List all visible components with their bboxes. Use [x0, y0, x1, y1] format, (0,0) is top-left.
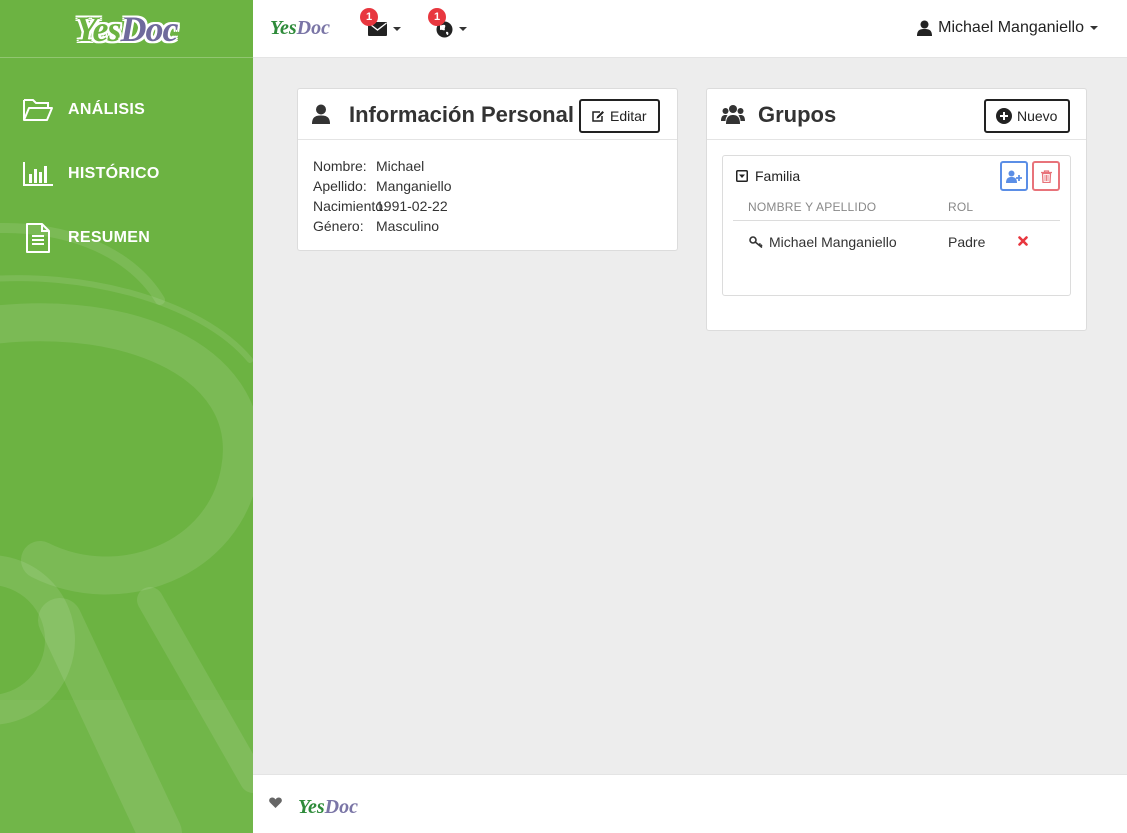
field-label: Nacimiento:: [313, 198, 387, 214]
sidebar-item-label: HISTÓRICO: [68, 165, 160, 182]
panel-title: Información Personal: [349, 102, 574, 127]
field-value: Michael: [376, 158, 425, 174]
caret-down-icon: [393, 27, 401, 31]
trash-icon: [1040, 169, 1052, 183]
panel-title: Grupos: [758, 102, 837, 127]
field-value: Manganiello: [376, 178, 452, 194]
table-row: Michael Manganiello Padre: [733, 232, 1060, 254]
info-row-nacimiento: Nacimiento: 1991-02-22: [313, 196, 677, 216]
group-toggle[interactable]: Familia: [736, 168, 800, 184]
member-name: Michael Manganiello: [769, 234, 897, 250]
personal-info-list: Nombre: Michael Apellido: Manganiello Na…: [298, 140, 677, 236]
caret-down-icon: [459, 27, 467, 31]
document-icon: [22, 222, 54, 254]
add-member-button[interactable]: [1000, 161, 1028, 191]
group-name: Familia: [755, 168, 801, 184]
info-row-genero: Género: Masculino: [313, 216, 677, 236]
caret-square-down-icon: [736, 170, 748, 182]
globe-badge: 1: [428, 8, 446, 26]
brand-header: YesDoc: [0, 0, 253, 58]
personal-info-panel: Información Personal Editar Nombre: Mich…: [297, 88, 678, 251]
field-label: Apellido:: [313, 178, 367, 194]
field-value: 1991-02-22: [376, 198, 448, 214]
close-icon: [1018, 236, 1028, 246]
field-value: Masculino: [376, 218, 440, 234]
add-user-icon: [1006, 170, 1022, 183]
sidebar-item-resumen[interactable]: RESUMEN: [0, 206, 253, 270]
sidebar-item-analisis[interactable]: ANÁLISIS: [0, 78, 253, 142]
edit-button[interactable]: Editar: [579, 99, 660, 133]
field-label: Nombre:: [313, 158, 367, 174]
col-name-header: NOMBRE Y APELLIDO: [748, 200, 877, 214]
topbar-logo[interactable]: YesDoc: [270, 17, 330, 40]
folder-open-icon: [22, 94, 54, 126]
messages-badge: 1: [360, 8, 378, 26]
users-icon: [721, 104, 745, 129]
new-group-button[interactable]: Nuevo: [984, 99, 1071, 133]
sidebar-item-label: ANÁLISIS: [68, 101, 146, 118]
footer-logo[interactable]: YesDoc: [298, 796, 358, 819]
caret-down-icon: [1090, 26, 1098, 30]
footer: YesDoc: [253, 774, 1127, 833]
yesdoc-logo[interactable]: YesDoc: [76, 11, 179, 47]
member-role: Padre: [948, 234, 986, 250]
messages-dropdown[interactable]: 1: [360, 8, 401, 42]
group-card-familia: Familia NOMBRE Y APELLIDO ROL Michael Ma…: [722, 155, 1071, 296]
heart-icon: [269, 797, 282, 808]
panel-header: Información Personal Editar: [298, 89, 677, 140]
panel-header: Grupos Nuevo: [707, 89, 1086, 140]
plus-circle-icon: [996, 108, 1012, 124]
top-navbar: YesDoc 1 1 Michael Manganiello: [253, 0, 1127, 58]
sidebar-nav: ANÁLISIS HISTÓRICO RESUMEN: [0, 78, 253, 270]
field-label: Género:: [313, 218, 364, 234]
globe-dropdown[interactable]: 1: [428, 8, 467, 42]
new-label: Nuevo: [1017, 108, 1058, 124]
delete-group-button[interactable]: [1032, 161, 1060, 191]
user-menu-dropdown[interactable]: Michael Manganiello: [917, 19, 1098, 37]
sidebar-item-label: RESUMEN: [68, 229, 151, 246]
key-icon: [749, 236, 763, 248]
member-name-cell: Michael Manganiello: [749, 234, 897, 250]
user-icon: [312, 104, 330, 129]
user-name: Michael Manganiello: [938, 19, 1084, 36]
sidebar-item-historico[interactable]: HISTÓRICO: [0, 142, 253, 206]
sidebar: YesDoc ANÁLISIS HISTÓRICO RESUMEN: [0, 0, 253, 833]
col-role-header: ROL: [948, 200, 974, 214]
members-table-header: NOMBRE Y APELLIDO ROL: [733, 199, 1060, 221]
user-icon: [917, 20, 933, 36]
groups-panel: Grupos Nuevo Familia NOMBRE Y APELLIDO R…: [706, 88, 1087, 331]
edit-icon: [591, 110, 605, 123]
edit-label: Editar: [610, 108, 647, 124]
info-row-nombre: Nombre: Michael: [313, 156, 677, 176]
bar-chart-icon: [22, 158, 54, 190]
remove-member-button[interactable]: [1018, 236, 1028, 246]
info-row-apellido: Apellido: Manganiello: [313, 176, 677, 196]
